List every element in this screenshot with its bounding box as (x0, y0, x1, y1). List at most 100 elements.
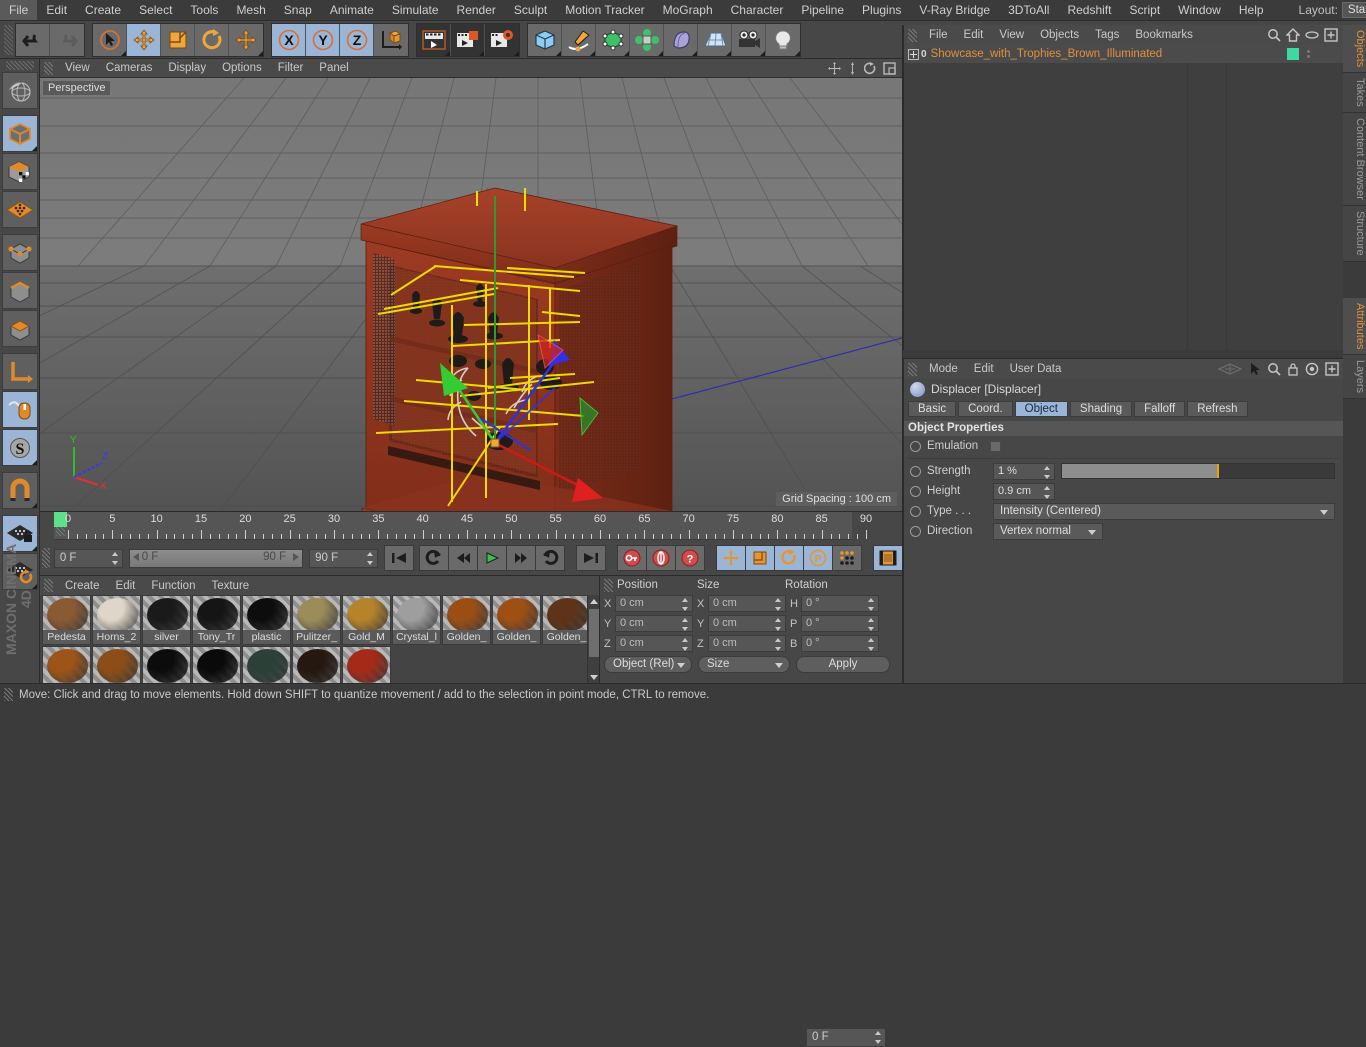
add-spline-button[interactable] (562, 23, 596, 56)
rotation-key-button[interactable] (774, 545, 804, 571)
material-swatch[interactable] (92, 646, 141, 684)
redo-button[interactable] (50, 23, 84, 56)
spinner-icon[interactable] (1044, 485, 1051, 499)
material-grid[interactable]: Pedesta Horns_2 silver Tony_Tr plastic Pulitz… (40, 595, 599, 684)
object-tag-swatch[interactable] (1287, 48, 1299, 60)
enable-axis-button[interactable] (1, 391, 38, 428)
spinner-icon[interactable] (868, 638, 875, 651)
rotate-view-icon[interactable] (864, 61, 877, 75)
eye-icon[interactable] (1305, 30, 1319, 40)
edit-render-settings-button[interactable] (485, 23, 519, 56)
make-editable-button[interactable] (1, 72, 38, 109)
material-swatch[interactable]: silver (142, 595, 191, 645)
object-axis-button[interactable] (1, 353, 38, 390)
scroll-down-icon[interactable] (590, 675, 598, 680)
tab-basic[interactable]: Basic (908, 401, 957, 417)
menu-item-script[interactable]: Script (1120, 0, 1169, 20)
spinner-icon[interactable] (775, 638, 782, 651)
polygon-face-mode-button[interactable] (1, 310, 38, 347)
keyframe-selection-button[interactable]: ? (675, 545, 705, 571)
add-icon[interactable] (1324, 28, 1338, 42)
menu-item-animate[interactable]: Animate (321, 0, 383, 20)
material-grip[interactable] (44, 579, 53, 592)
vtab-objects[interactable]: Objects (1343, 25, 1366, 74)
rot-h-field[interactable]: 0 ° (801, 595, 879, 612)
cursor-icon[interactable] (1249, 362, 1261, 376)
timeline-ruler[interactable]: 0 5 10 15 20 25 30 35 40 45 50 55 60 65 70 75 80 85 90 (54, 512, 872, 540)
menu-item-select[interactable]: Select (130, 0, 181, 20)
object-menu-tags[interactable]: Tags (1087, 26, 1127, 44)
left-toolbar-grip[interactable] (5, 61, 34, 70)
object-menu-bookmarks[interactable]: Bookmarks (1127, 26, 1201, 44)
layout-select[interactable]: Startup (1341, 2, 1366, 18)
status-grip[interactable] (4, 688, 13, 701)
menu-item-3dtoall[interactable]: 3DToAll (999, 0, 1058, 20)
coord-size-select[interactable]: Size (698, 656, 790, 673)
search-icon[interactable] (1267, 28, 1281, 42)
spinner-icon[interactable] (875, 1031, 882, 1044)
scale-tool[interactable] (161, 23, 195, 56)
tab-coord[interactable]: Coord. (958, 401, 1013, 417)
add-icon[interactable] (1325, 362, 1339, 376)
spinner-icon[interactable] (682, 638, 689, 651)
add-deformer-button[interactable] (664, 23, 698, 56)
point-mode-button[interactable] (1, 234, 38, 271)
spinner-icon[interactable] (868, 598, 875, 611)
size-z-field[interactable]: 0 cm (708, 635, 786, 652)
viewport-menu-cameras[interactable]: Cameras (98, 59, 161, 77)
range-left-arrow[interactable] (132, 552, 139, 561)
menu-item-v-ray-bridge[interactable]: V-Ray Bridge (910, 0, 999, 20)
type-select[interactable]: Intensity (Centered) (993, 502, 1335, 520)
add-mograph-button[interactable] (630, 23, 664, 56)
autokeying-button[interactable] (646, 545, 676, 571)
right-frame-field[interactable]: 0 F (806, 1028, 886, 1047)
scroll-up-icon[interactable] (590, 599, 598, 604)
world-object-coordinate[interactable] (374, 23, 408, 56)
material-swatch[interactable] (292, 646, 341, 684)
spinner-icon[interactable] (868, 618, 875, 631)
menu-item-pipeline[interactable]: Pipeline (792, 0, 853, 20)
menu-item-mesh[interactable]: Mesh (227, 0, 274, 20)
material-swatch[interactable] (342, 646, 391, 684)
material-menu-texture[interactable]: Texture (203, 577, 257, 595)
material-swatch[interactable]: Crystal_l (392, 595, 441, 645)
attribute-menu-mode[interactable]: Mode (921, 360, 966, 378)
model-mode-button[interactable] (1, 115, 38, 152)
tab-object[interactable]: Object (1014, 401, 1068, 417)
undo-button[interactable] (16, 23, 50, 56)
current-frame-field[interactable]: 0 F (53, 548, 123, 568)
pos-x-field[interactable]: 0 cm (615, 595, 693, 612)
menu-item-create[interactable]: Create (76, 0, 130, 20)
move-tool[interactable] (127, 23, 161, 56)
texture-mode-button[interactable] (1, 153, 38, 190)
spinner-icon[interactable] (1044, 465, 1051, 479)
preview-range-bar[interactable]: 0 F 90 F (128, 548, 304, 568)
spinner-icon[interactable] (111, 551, 119, 565)
lock-icon[interactable] (1287, 362, 1299, 376)
goto-end-button[interactable] (576, 545, 606, 571)
add-cube-button[interactable] (528, 23, 562, 56)
object-row[interactable]: 0 Showcase_with_Trophies_Brown_Illuminate… (904, 45, 1343, 63)
material-swatch[interactable]: Tony_Tr (192, 595, 241, 645)
viewport-grip[interactable] (44, 61, 53, 75)
menu-item-redshift[interactable]: Redshift (1058, 0, 1120, 20)
vtab-takes[interactable]: Takes (1343, 73, 1366, 114)
goto-start-button[interactable] (384, 545, 414, 571)
menu-item-file[interactable]: File (0, 0, 38, 20)
timeline-button[interactable] (873, 545, 903, 571)
strength-field[interactable]: 1 % (993, 462, 1055, 480)
render-view-button[interactable] (417, 23, 451, 56)
target-icon[interactable] (1305, 362, 1319, 376)
timeline-controls-grip[interactable] (42, 548, 50, 568)
home-icon[interactable] (1286, 28, 1300, 42)
emulation-checkbox[interactable] (990, 440, 1002, 452)
lock-z-axis[interactable]: Z (340, 23, 374, 56)
enable-snap-button[interactable]: S (1, 429, 38, 466)
menu-item-render[interactable]: Render (448, 0, 505, 20)
pos-y-field[interactable]: 0 cm (615, 615, 693, 632)
material-swatch[interactable]: Golden_ (442, 595, 491, 645)
material-menu-function[interactable]: Function (143, 577, 203, 595)
material-swatch[interactable]: Golden_ (542, 595, 591, 645)
rot-p-field[interactable]: 0 ° (801, 615, 879, 632)
spinner-icon[interactable] (775, 618, 782, 631)
